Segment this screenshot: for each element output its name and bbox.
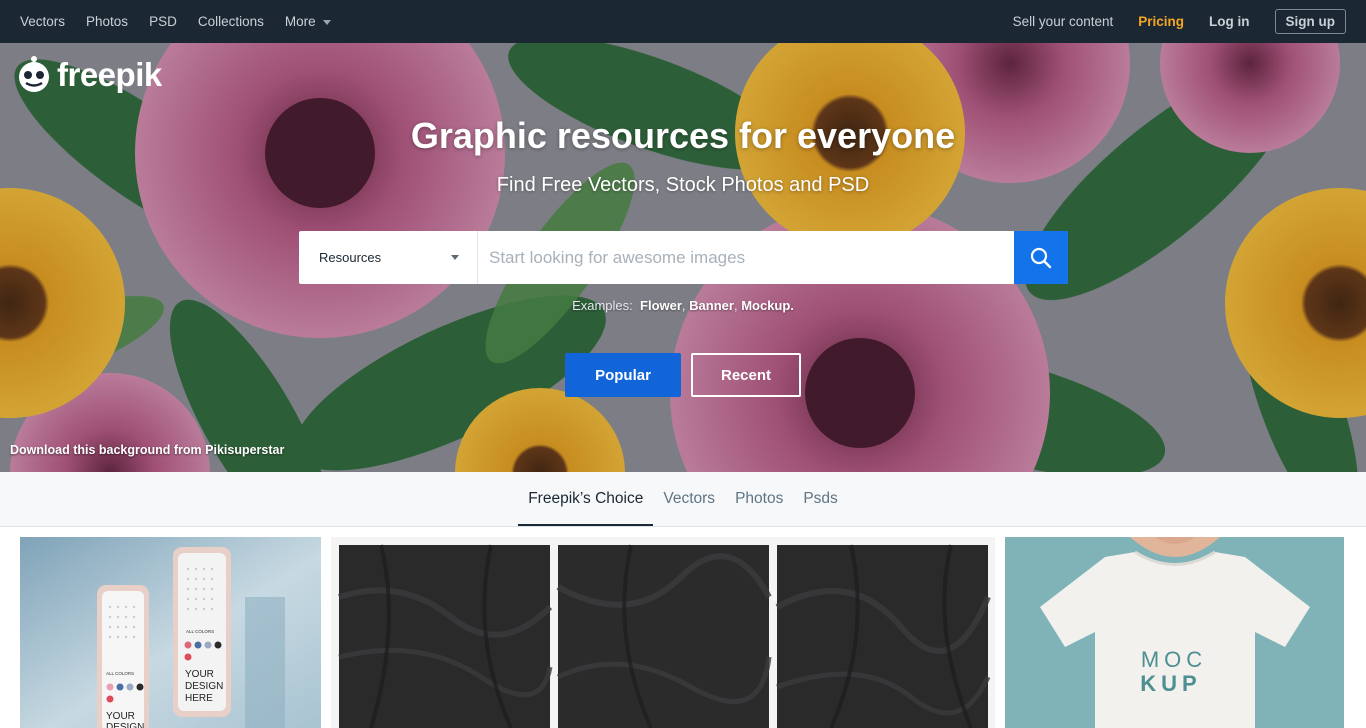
nav-right: Sell your content Pricing Log in Sign up <box>988 9 1346 34</box>
gallery-card-phone-mockup[interactable]: ALL COLORS YOUR DESIGN HERE ALL COLORS Y… <box>20 537 321 728</box>
phone-text-design: DESIGN <box>185 681 223 692</box>
login-link[interactable]: Log in <box>1209 14 1250 29</box>
crumpled-paper-image <box>331 537 995 728</box>
tab-vectors[interactable]: Vectors <box>653 472 725 526</box>
nav-psd[interactable]: PSD <box>149 14 177 29</box>
recent-button[interactable]: Recent <box>691 353 801 397</box>
nav-left: Vectors Photos PSD Collections More <box>20 14 352 29</box>
nav-more[interactable]: More <box>285 14 331 29</box>
phone-all-colors-text: ALL COLORS <box>186 629 214 634</box>
tab-psds[interactable]: Psds <box>793 472 847 526</box>
popular-button[interactable]: Popular <box>565 353 681 397</box>
tshirt-mockup-image: MOC KUP <box>1005 537 1344 728</box>
nav-vectors[interactable]: Vectors <box>20 14 65 29</box>
search-button[interactable] <box>1014 231 1068 284</box>
chevron-down-icon <box>451 255 459 260</box>
nav-collections[interactable]: Collections <box>198 14 264 29</box>
tab-photos[interactable]: Photos <box>725 472 793 526</box>
gallery-card-paper-textures[interactable] <box>331 537 995 728</box>
tshirt-text-moc: MOC <box>1141 647 1207 672</box>
search-examples: Examples: Flower, Banner, Mockup. <box>572 298 794 313</box>
resource-type-select[interactable]: Resources <box>299 231 478 284</box>
nav-photos[interactable]: Photos <box>86 14 128 29</box>
chevron-down-icon <box>322 20 331 25</box>
phone2-all-colors-text: ALL COLORS <box>106 671 134 676</box>
example-link[interactable]: Flower <box>640 298 682 313</box>
phone-mockup-image: ALL COLORS YOUR DESIGN HERE ALL COLORS Y… <box>20 537 321 728</box>
top-navigation: Vectors Photos PSD Collections More Sell… <box>0 0 1366 43</box>
phone2-text-design: DESIGN <box>106 722 144 728</box>
freepik-logo-icon <box>19 56 49 92</box>
example-link[interactable]: Mockup. <box>741 298 794 313</box>
nav-more-label: More <box>284 14 316 29</box>
background-credit-link[interactable]: Download this background from Pikisupers… <box>10 443 284 457</box>
freepik-logo[interactable]: freepik <box>14 55 162 95</box>
sell-content-link[interactable]: Sell your content <box>1013 14 1114 29</box>
gallery-card-tshirt-mockup[interactable]: MOC KUP <box>1005 537 1344 728</box>
search-bar: Resources <box>299 231 1068 284</box>
image-gallery: ALL COLORS YOUR DESIGN HERE ALL COLORS Y… <box>0 527 1366 728</box>
hero-banner: freepik Graphic resources for everyone F… <box>0 43 1366 472</box>
hero-buttons: Popular Recent <box>565 353 801 397</box>
example-link[interactable]: Banner <box>689 298 734 313</box>
phone2-text-your: YOUR <box>106 711 135 722</box>
tab-freepiks-choice[interactable]: Freepik’s Choice <box>518 472 654 526</box>
tshirt-text-kup: KUP <box>1140 671 1201 696</box>
pricing-link[interactable]: Pricing <box>1138 14 1184 29</box>
search-icon <box>1030 247 1052 268</box>
content-tabs: Freepik’s Choice Vectors Photos Psds <box>0 472 1366 527</box>
resource-type-value: Resources <box>319 250 382 265</box>
hero-title: Graphic resources for everyone <box>410 115 956 156</box>
examples-label: Examples: <box>572 298 633 313</box>
phone-text-here: HERE <box>185 693 213 704</box>
logo-text: freepik <box>57 56 162 93</box>
signup-button[interactable]: Sign up <box>1274 9 1346 34</box>
phone-text-your: YOUR <box>185 669 214 680</box>
hero-subtitle: Find Free Vectors, Stock Photos and PSD <box>496 174 870 196</box>
search-input[interactable] <box>478 231 1014 284</box>
